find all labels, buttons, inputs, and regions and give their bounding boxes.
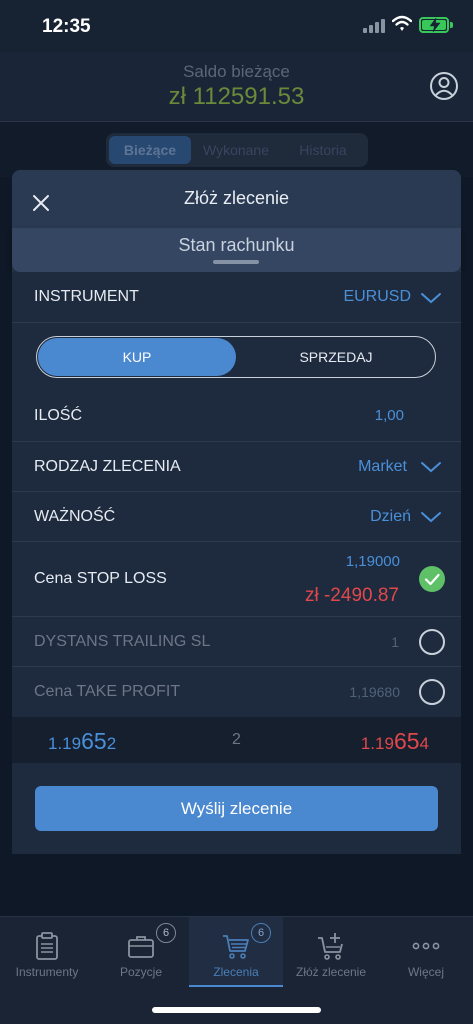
sell-button[interactable]: SPRZEDAJ — [237, 338, 435, 376]
positions-badge: 6 — [156, 923, 176, 943]
instrument-value[interactable]: EURUSD — [343, 288, 411, 306]
take-profit-input[interactable]: 1,19680 — [349, 684, 400, 700]
ask-price[interactable]: 1.19654 — [361, 728, 429, 755]
take-profit-checkbox[interactable] — [419, 679, 445, 705]
chevron-down-icon[interactable] — [420, 511, 442, 523]
order-type-row[interactable]: RODZAJ ZLECENIA Market — [12, 442, 461, 492]
clipboard-icon — [36, 932, 58, 960]
tab-positions[interactable]: 6 Pozycje — [94, 917, 188, 987]
instrument-row[interactable]: INSTRUMENT EURUSD — [12, 272, 461, 323]
quantity-input[interactable]: 1,00 — [375, 407, 404, 424]
tab-orders[interactable]: 6 Zlecenia — [189, 917, 283, 987]
order-form: INSTRUMENT EURUSD KUP SPRZEDAJ ILOŚĆ 1,0… — [12, 272, 461, 854]
background-area — [0, 854, 473, 916]
quantity-label: ILOŚĆ — [34, 407, 83, 424]
balance-header: Saldo bieżące zł 112591.53 — [0, 52, 473, 122]
drag-handle[interactable] — [213, 260, 259, 264]
home-indicator[interactable] — [152, 1007, 321, 1013]
side-toggle[interactable]: KUP SPRZEDAJ — [36, 336, 436, 378]
quantity-row[interactable]: ILOŚĆ 1,00 — [12, 391, 461, 442]
status-bar: 12:35 — [0, 0, 473, 52]
stop-loss-row[interactable]: Cena STOP LOSS 1,19000 zł -2490.87 — [12, 542, 461, 617]
status-time: 12:35 — [42, 16, 91, 37]
orders-badge: 6 — [251, 923, 271, 943]
tab-place-order[interactable]: Złóż zlecenie — [283, 917, 379, 987]
tab-place-order-label: Złóż zlecenie — [295, 965, 367, 979]
balance-value: zł 112591.53 — [168, 83, 305, 110]
quote-bar: 1.19652 2 1.19654 — [12, 717, 461, 763]
orders-segment-control: Bieżące Wykonane Historia — [106, 133, 368, 167]
tab-positions-label: Pozycje — [119, 965, 163, 979]
buy-button[interactable]: KUP — [38, 338, 236, 376]
signal-icon — [363, 18, 385, 33]
profile-icon[interactable] — [429, 71, 459, 101]
charging-bolt-icon — [429, 17, 441, 33]
tab-more-label: Więcej — [407, 965, 444, 979]
wifi-icon — [392, 15, 412, 31]
battery-cap — [450, 22, 453, 28]
stop-loss-amount: zł -2490.87 — [304, 585, 399, 606]
tab-more[interactable]: Więcej — [379, 917, 473, 987]
take-profit-row[interactable]: Cena TAKE PROFIT 1,19680 — [12, 667, 461, 717]
cart-icon — [223, 935, 249, 959]
validity-row[interactable]: WAŻNOŚĆ Dzień — [12, 492, 461, 542]
stop-loss-label: Cena STOP LOSS — [34, 570, 167, 587]
stop-loss-checkbox[interactable] — [419, 566, 445, 592]
more-icon — [412, 942, 440, 950]
trailing-sl-label: DYSTANS TRAILING SL — [34, 633, 211, 650]
order-modal-header: Złóż zlecenie Stan rachunku — [12, 170, 461, 272]
modal-title: Złóż zlecenie — [183, 188, 290, 208]
trailing-sl-row[interactable]: DYSTANS TRAILING SL 1 — [12, 617, 461, 667]
validity-label: WAŻNOŚĆ — [34, 508, 116, 525]
segment-current[interactable]: Bieżące — [109, 136, 191, 164]
chevron-down-icon[interactable] — [420, 461, 442, 473]
tab-orders-label: Zlecenia — [213, 965, 259, 979]
briefcase-icon — [128, 936, 154, 958]
account-status-tab[interactable]: Stan rachunku — [12, 228, 461, 272]
tab-instruments[interactable]: Instrumenty — [0, 917, 94, 987]
trailing-sl-checkbox[interactable] — [419, 629, 445, 655]
segment-executed[interactable]: Wykonane — [194, 136, 278, 164]
take-profit-label: Cena TAKE PROFIT — [34, 683, 181, 700]
order-type-label: RODZAJ ZLECENIA — [34, 458, 181, 475]
balance-label: Saldo bieżące — [183, 62, 290, 81]
stop-loss-price-input[interactable]: 1,19000 — [346, 553, 400, 570]
instrument-label: INSTRUMENT — [34, 288, 139, 305]
trailing-sl-input[interactable]: 1 — [391, 634, 399, 650]
order-type-value[interactable]: Market — [358, 458, 407, 476]
chevron-down-icon[interactable] — [420, 292, 442, 304]
account-status-label: Stan rachunku — [178, 235, 295, 255]
check-icon — [424, 573, 440, 586]
tab-instruments-label: Instrumenty — [15, 965, 79, 979]
validity-value[interactable]: Dzień — [370, 508, 411, 526]
segment-history[interactable]: Historia — [282, 136, 364, 164]
cart-plus-icon — [318, 933, 343, 960]
submit-order-button[interactable]: Wyślij zlecenie — [35, 786, 438, 831]
